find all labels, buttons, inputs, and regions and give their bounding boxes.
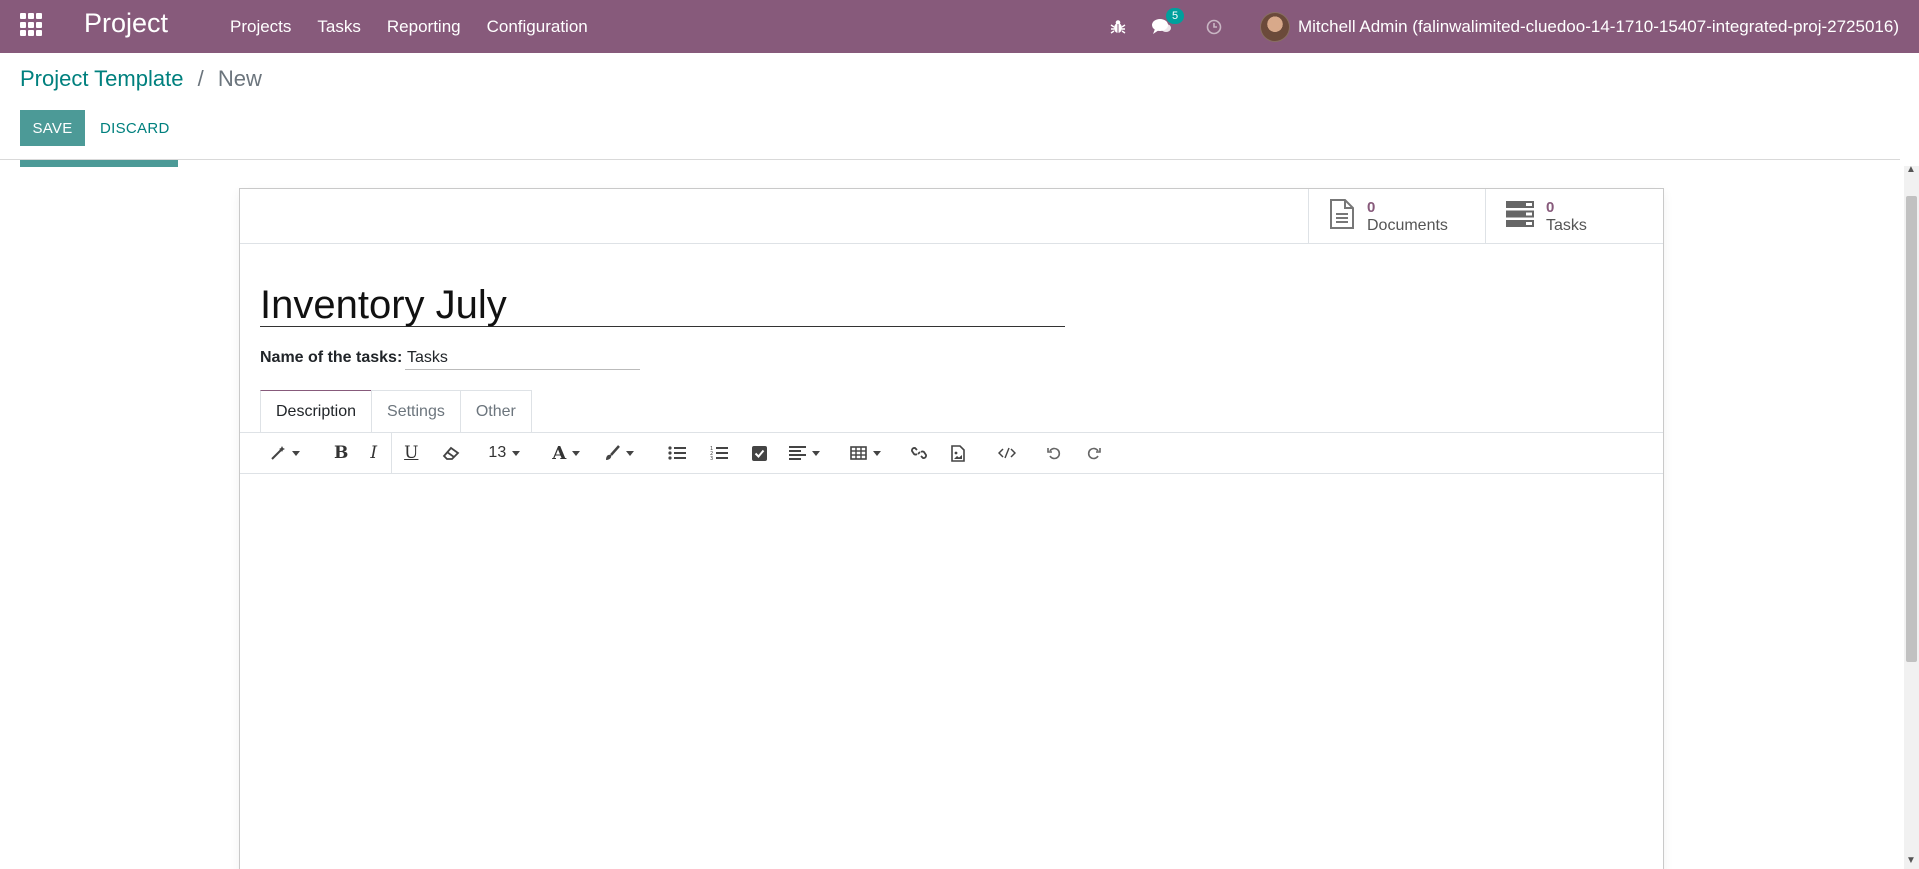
systray: 5 Mitchell Admin (falinwalimited-cluedoo… [1084,0,1899,53]
scroll-down-arrow-icon[interactable]: ▼ [1906,855,1916,866]
scrollbar-thumb[interactable] [1906,196,1917,662]
font-size-dropdown[interactable]: 13 [488,438,521,468]
menu-item-configuration[interactable]: Configuration [487,17,588,37]
breadcrumb-separator: / [197,66,204,91]
redo-button[interactable] [1087,438,1101,468]
breadcrumb-parent-link[interactable]: Project Template [20,66,183,91]
task-name-label: Name of the tasks: [260,349,403,366]
bulleted-list-button[interactable] [668,438,687,468]
debug-bug-icon[interactable] [1110,19,1126,35]
breadcrumb-current: New [217,66,262,91]
bold-icon: B [334,443,349,463]
apps-menu-icon[interactable] [20,13,44,37]
italic-icon: I [370,443,378,463]
documents-count: 0 [1367,198,1376,216]
scroll-up-arrow-icon[interactable]: ▲ [1906,164,1916,175]
notebook-tabs: Description Settings Other [260,390,532,433]
documents-stat-button[interactable]: 0 Documents [1308,189,1485,244]
smart-button-box: 0 Documents 0 Tasks [240,189,1663,244]
font-size-value: 13 [488,444,507,461]
activity-clock-icon[interactable] [1206,19,1222,35]
clear-format-button[interactable] [442,438,460,468]
control-panel-accent-bar [20,160,178,167]
bold-button[interactable]: B [334,438,348,468]
save-button[interactable]: SAVE [20,110,85,146]
tab-settings[interactable]: Settings [371,390,461,432]
redo-icon [1088,447,1101,460]
description-editor[interactable] [240,475,1663,869]
eraser-icon [443,446,460,460]
menu-item-projects[interactable]: Projects [230,17,291,37]
numbered-list-icon: 123 [710,446,729,461]
user-name: Mitchell Admin (falinwalimited-cluedoo-1… [1297,16,1899,36]
italic-button[interactable]: I [370,438,377,468]
control-panel-divider [0,159,1900,160]
link-icon [911,447,928,459]
numbered-list-button[interactable]: 123 [710,438,729,468]
messages-icon[interactable]: 5 [1151,8,1185,35]
document-icon [1329,199,1355,234]
table-dropdown[interactable] [850,438,882,468]
user-avatar [1259,11,1290,42]
tasks-count: 0 [1546,198,1555,216]
messages-count-badge: 5 [1165,8,1185,24]
image-file-icon [951,444,965,462]
top-navbar: Project Projects Tasks Reporting Configu… [0,0,1919,53]
checkbox-icon [752,445,768,461]
tab-description[interactable]: Description [260,390,373,433]
code-icon [998,447,1017,459]
breadcrumb: Project Template / New [20,66,262,92]
code-view-button[interactable] [998,438,1017,468]
background-color-dropdown[interactable] [604,438,635,468]
magic-wand-icon [271,446,285,460]
menu-item-reporting[interactable]: Reporting [387,17,461,37]
underline-icon: U [404,443,419,463]
insert-link-button[interactable] [911,438,928,468]
font-color-icon: A [552,442,567,464]
svg-text:3: 3 [710,456,713,461]
tasks-stat-button[interactable]: 0 Tasks [1485,189,1665,244]
editor-toolbar: B I U 13 A 123 [240,432,1663,474]
undo-icon [1047,447,1061,460]
bullet-list-icon [668,446,687,460]
insert-media-button[interactable] [951,438,965,468]
discard-button[interactable]: DISCARD [100,110,170,146]
app-brand[interactable]: Project [84,8,168,39]
paragraph-align-dropdown[interactable] [789,438,821,468]
menu-item-tasks[interactable]: Tasks [317,17,360,37]
font-color-dropdown[interactable]: A [552,438,581,468]
project-name-input[interactable]: Inventory July [260,283,1065,327]
table-icon [850,446,867,460]
paint-brush-icon [606,445,621,460]
checklist-button[interactable] [752,438,768,468]
style-dropdown[interactable] [270,438,300,468]
underline-button[interactable]: U [404,438,418,468]
vertical-scrollbar[interactable] [1904,166,1919,869]
form-sheet: 0 Documents 0 Tasks Inventory July Name … [239,188,1664,869]
main-menu: Projects Tasks Reporting Configuration [230,0,614,53]
toolbar-divider [391,432,393,474]
task-name-input[interactable]: Tasks [405,346,640,370]
align-left-icon [789,446,807,460]
tab-other[interactable]: Other [459,390,532,432]
undo-button[interactable] [1047,438,1061,468]
tasks-icon [1506,201,1534,232]
user-menu[interactable]: Mitchell Admin (falinwalimited-cluedoo-1… [1259,11,1899,42]
tasks-label: Tasks [1546,216,1587,234]
documents-label: Documents [1367,216,1448,234]
